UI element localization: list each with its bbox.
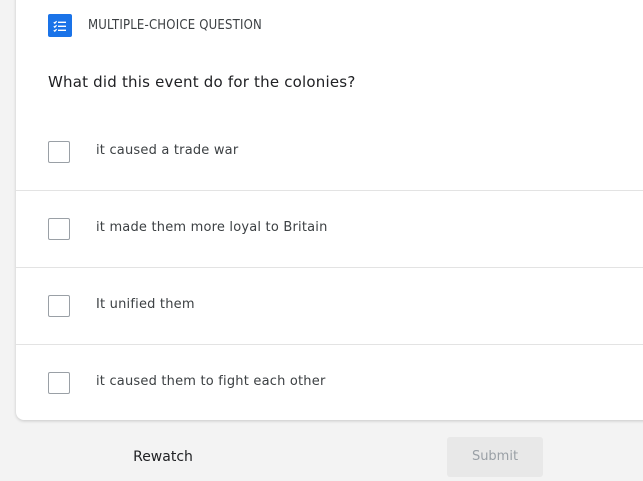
rewatch-button[interactable]: Rewatch xyxy=(112,437,214,477)
answer-label: it caused a trade war xyxy=(96,143,239,158)
answer-option[interactable]: it caused a trade war xyxy=(16,114,643,191)
answer-label: it caused them to fight each other xyxy=(96,374,326,389)
question-text: What did this event do for the colonies? xyxy=(48,73,356,91)
question-header: MULTIPLE-CHOICE QUESTION xyxy=(48,14,262,37)
answer-options: it caused a trade war it made them more … xyxy=(16,114,643,421)
question-type-label: MULTIPLE-CHOICE QUESTION xyxy=(88,18,262,33)
answer-label: It unified them xyxy=(96,297,195,312)
answer-checkbox[interactable] xyxy=(48,141,70,163)
answer-option[interactable]: it made them more loyal to Britain xyxy=(16,191,643,268)
answer-checkbox[interactable] xyxy=(48,218,70,240)
answer-option[interactable]: It unified them xyxy=(16,268,643,345)
answer-option[interactable]: it caused them to fight each other xyxy=(16,345,643,421)
submit-button[interactable]: Submit xyxy=(447,437,543,477)
answer-label: it made them more loyal to Britain xyxy=(96,220,328,235)
answer-checkbox[interactable] xyxy=(48,372,70,394)
checklist-icon xyxy=(48,14,72,37)
answer-checkbox[interactable] xyxy=(48,295,70,317)
